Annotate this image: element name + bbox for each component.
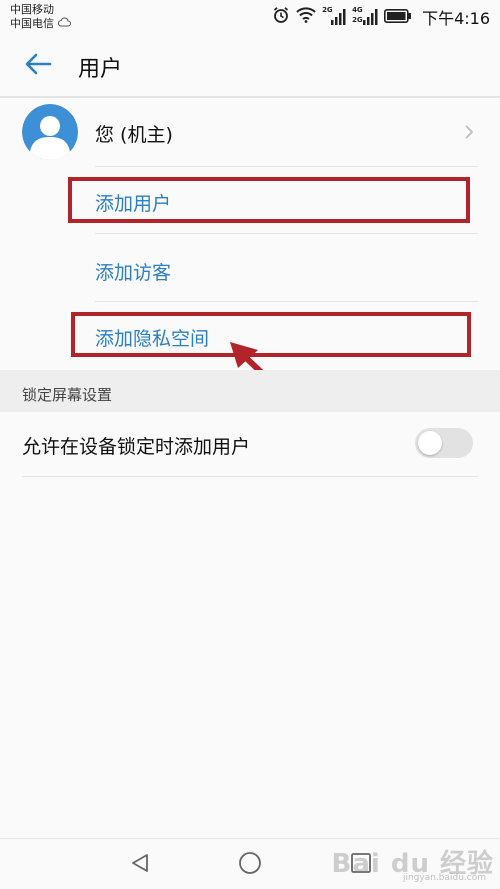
allow-add-user-when-locked-row[interactable]: 允许在设备锁定时添加用户 [0, 412, 500, 476]
carrier-2: 中国电信 [10, 17, 54, 30]
section-header-lock-screen: 锁定屏幕设置 [0, 370, 500, 412]
wifi-icon [296, 7, 316, 27]
allow-add-user-toggle[interactable] [415, 428, 473, 458]
carriers: 中国移动 中国电信 [10, 3, 71, 31]
chevron-right-icon [462, 122, 476, 142]
watermark-url: jingyan.baidu.com [402, 873, 486, 883]
back-button[interactable] [18, 48, 58, 84]
circle-home-icon [238, 851, 262, 879]
page-title: 用户 [78, 57, 123, 82]
add-private-space-label: 添加隐私空间 [95, 328, 210, 350]
user-name: 您 (机主) [95, 124, 173, 146]
signal-icon: 4G 2G [352, 6, 378, 26]
alarm-icon [272, 6, 290, 28]
carrier-1: 中国移动 [10, 3, 54, 16]
user-row-owner[interactable]: 您 (机主) [0, 100, 500, 166]
toggle-knob [418, 431, 442, 455]
arrow-left-icon [24, 52, 52, 80]
status-icons: 2G 4G 2G 下午4:16 [272, 6, 490, 28]
section-title: 锁定屏幕设置 [22, 386, 113, 404]
add-user-button[interactable]: 添加用户 [0, 167, 500, 233]
add-user-label: 添加用户 [95, 193, 172, 215]
triangle-back-icon [129, 852, 151, 878]
status-bar: 中国移动 中国电信 2G 4G 2G 下午4:16 [0, 0, 500, 34]
status-time: 下午4:16 [422, 9, 490, 28]
divider [22, 476, 478, 477]
avatar [22, 104, 78, 160]
battery-icon [384, 8, 412, 27]
add-guest-label: 添加访客 [95, 262, 172, 284]
signal-icon: 2G [322, 6, 346, 26]
add-guest-button[interactable]: 添加访客 [0, 234, 500, 300]
navigation-bar: Bai du 经验 jingyan.baidu.com [0, 838, 500, 889]
cloud-icon [57, 17, 71, 31]
nav-back-button[interactable] [126, 851, 154, 879]
app-bar: 用户 [0, 34, 500, 98]
nav-home-button[interactable] [236, 851, 264, 879]
toggle-label: 允许在设备锁定时添加用户 [22, 436, 251, 458]
